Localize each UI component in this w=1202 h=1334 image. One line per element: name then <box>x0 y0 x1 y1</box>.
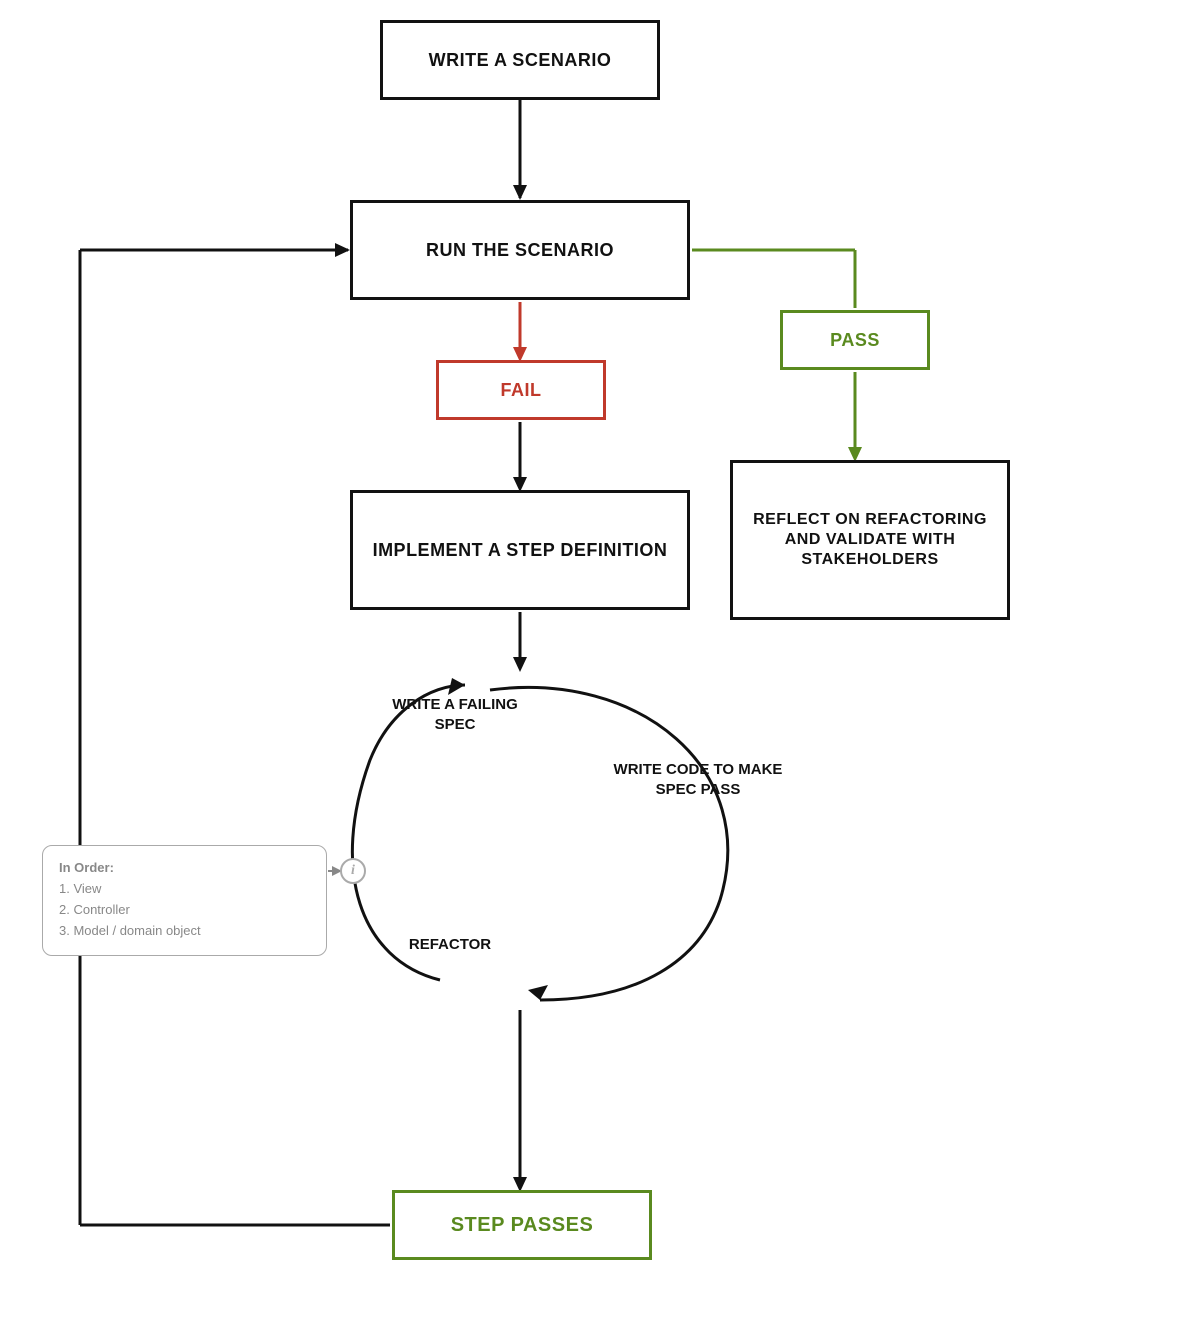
info-icon: i <box>340 858 366 884</box>
info-item-3: 3. Model / domain object <box>59 921 310 942</box>
info-tooltip-box: In Order: 1. View 2. Controller 3. Model… <box>42 845 327 956</box>
write-scenario-box: WRITE A SCENARIO <box>380 20 660 100</box>
diagram-container: WRITE A SCENARIO RUN THE SCENARIO FAIL P… <box>0 0 1202 1334</box>
fail-label: FAIL <box>501 379 542 402</box>
implement-label: IMPLEMENT A STEP DEFINITION <box>373 539 668 562</box>
step-passes-label: STEP PASSES <box>451 1213 594 1238</box>
failing-spec-label: WRITE A FAILING SPEC <box>375 695 535 734</box>
fail-box: FAIL <box>436 360 606 420</box>
write-code-label: WRITE CODE TO MAKE SPEC PASS <box>598 760 798 799</box>
info-item-2: 2. Controller <box>59 900 310 921</box>
reflect-box: REFLECT ON REFACTORING AND VALIDATE WITH… <box>730 460 1010 620</box>
failing-spec-text: WRITE A FAILING SPEC <box>392 696 518 733</box>
run-scenario-box: RUN THE SCENARIO <box>350 200 690 300</box>
reflect-label: REFLECT ON REFACTORING AND VALIDATE WITH… <box>733 510 1007 570</box>
info-title: In Order: <box>59 860 310 875</box>
pass-label: PASS <box>830 329 880 352</box>
refactor-text: REFACTOR <box>409 936 491 953</box>
write-code-text: WRITE CODE TO MAKE SPEC PASS <box>614 761 783 798</box>
write-scenario-label: WRITE A SCENARIO <box>429 49 612 72</box>
pass-box: PASS <box>780 310 930 370</box>
implement-box: IMPLEMENT A STEP DEFINITION <box>350 490 690 610</box>
step-passes-box: STEP PASSES <box>392 1190 652 1260</box>
refactor-label: REFACTOR <box>390 935 510 955</box>
info-item-1: 1. View <box>59 879 310 900</box>
run-scenario-label: RUN THE SCENARIO <box>426 239 614 262</box>
